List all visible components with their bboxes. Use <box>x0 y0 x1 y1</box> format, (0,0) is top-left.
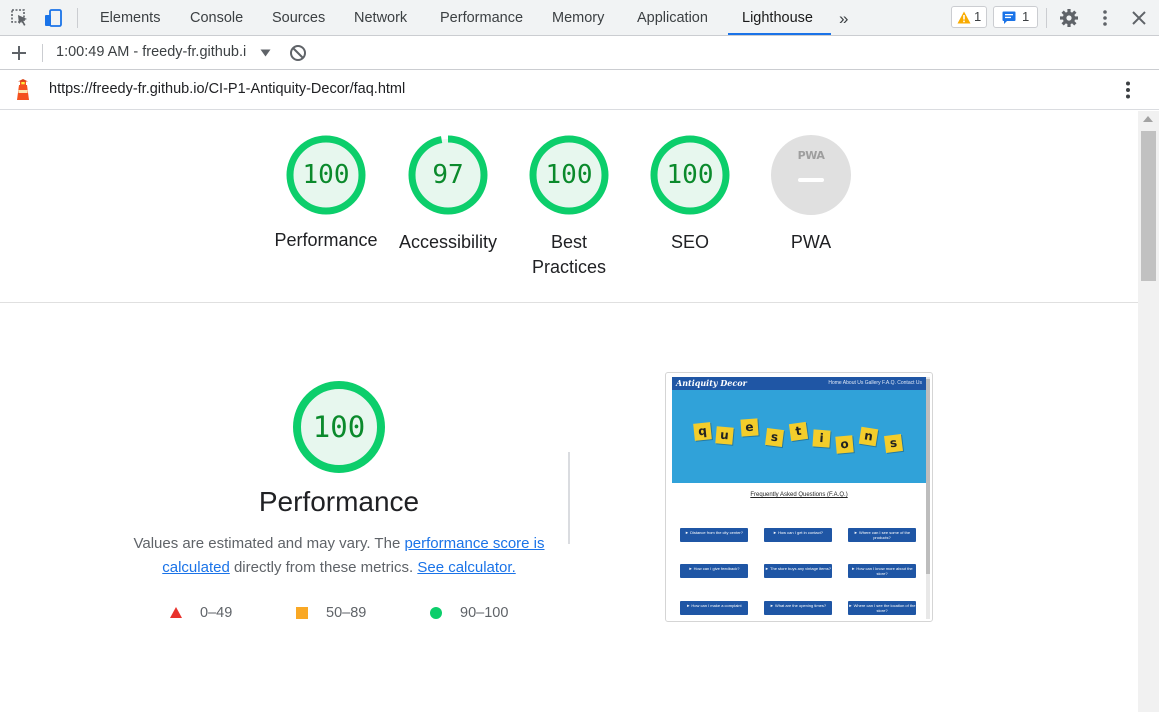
inspect-element-icon[interactable] <box>10 8 30 28</box>
gauge-label[interactable]: PWA <box>751 230 871 255</box>
warning-count: 1 <box>974 9 982 24</box>
gauge-accessibility[interactable]: 97 <box>408 135 488 215</box>
warning-icon <box>957 11 971 24</box>
report-url: https://freedy-fr.github.io/CI-P1-Antiqu… <box>49 81 406 97</box>
performance-title: Performance <box>258 486 420 517</box>
new-report-plus-icon[interactable] <box>9 43 29 63</box>
thumb-faq-button: ► Where can I see some of the products? <box>848 528 916 542</box>
tab-application[interactable]: Application <box>637 0 708 35</box>
legend-range: 90–100 <box>460 605 509 621</box>
gauge-performance[interactable]: 100 <box>286 135 366 215</box>
thumb-scrollbar-thumb <box>926 379 930 574</box>
tab-memory[interactable]: Memory <box>552 0 604 35</box>
lighthouse-logo-icon <box>17 79 29 100</box>
divider <box>1046 8 1047 28</box>
scroll-up-arrow-icon[interactable] <box>1143 116 1153 122</box>
gauge-label[interactable]: Accessibility <box>388 230 508 255</box>
thumb-faq-button: ► How can I get in contact? <box>764 528 832 542</box>
divider <box>77 8 78 28</box>
thumb-faq-button: ► Distance from the city center? <box>680 528 748 542</box>
letter-tile: i <box>812 429 831 448</box>
active-tab-indicator <box>728 33 831 35</box>
warnings-badge[interactable]: 1 <box>951 6 987 28</box>
description-text: Values are estimated and may vary. The <box>133 535 405 552</box>
letter-tile: s <box>884 434 903 453</box>
performance-description: Values are estimated and may vary. The p… <box>128 532 550 580</box>
letter-tile: o <box>835 435 854 454</box>
final-screenshot-thumbnail[interactable]: Antiquity Decor Home About Us Gallery F.… <box>665 372 933 622</box>
dropdown-arrow-icon[interactable] <box>260 49 271 57</box>
settings-gear-icon[interactable] <box>1059 8 1079 28</box>
circle-icon <box>430 607 442 619</box>
letter-tile: q <box>693 422 712 441</box>
tab-network[interactable]: Network <box>354 0 407 35</box>
message-count: 1 <box>1022 9 1030 24</box>
square-icon <box>296 607 308 619</box>
description-text: directly from these metrics. <box>229 559 418 576</box>
tab-lighthouse[interactable]: Lighthouse <box>742 0 813 35</box>
performance-score: 100 <box>312 410 366 444</box>
tab-sources[interactable]: Sources <box>272 0 325 35</box>
letter-tile: s <box>765 428 784 447</box>
report-url-bar: https://freedy-fr.github.io/CI-P1-Antiqu… <box>0 70 1159 110</box>
thumb-nav-links: Home About Us Gallery F.A.Q. Contact Us <box>828 380 922 386</box>
thumb-brand: Antiquity Decor <box>676 378 747 388</box>
thumb-hero-image: q u e s t i o n s <box>672 390 926 483</box>
clear-reports-icon[interactable] <box>288 43 308 63</box>
report-menu-icon[interactable] <box>1118 80 1138 100</box>
triangle-icon <box>170 607 182 618</box>
letter-tile: t <box>788 421 809 442</box>
legend-range: 0–49 <box>200 605 233 621</box>
thumb-faq-button: ► How can I give feedback? <box>680 564 748 578</box>
message-icon <box>1002 11 1016 24</box>
thumb-navbar: Antiquity Decor Home About Us Gallery F.… <box>672 377 926 390</box>
gauge-pwa[interactable]: PWA <box>771 135 851 215</box>
gauge-score: 100 <box>666 160 714 190</box>
thumb-heading: Frequently Asked Questions (F.A.Q.) <box>750 492 848 498</box>
thumb-faq-button: ► How can I make a complaint <box>680 601 748 615</box>
messages-badge[interactable]: 1 <box>993 6 1038 28</box>
lighthouse-toolbar: 1:00:49 AM - freedy-fr.github.i <box>0 36 1159 70</box>
gauge-score: 100 <box>545 160 593 190</box>
more-options-icon[interactable] <box>1095 8 1115 28</box>
close-icon[interactable] <box>1129 8 1149 28</box>
devtools-tab-bar: Elements Console Sources Network Perform… <box>0 0 1159 36</box>
letter-tile: e <box>740 418 759 437</box>
device-toolbar-icon[interactable] <box>43 8 63 28</box>
tab-performance[interactable]: Performance <box>440 0 523 35</box>
gauge-score: 97 <box>432 160 464 190</box>
divider <box>42 44 43 62</box>
letter-tile: u <box>715 426 734 445</box>
report-selector[interactable]: 1:00:49 AM - freedy-fr.github.i <box>56 36 246 69</box>
thumb-faq-button: ► The store buys any vintage items? <box>764 564 832 578</box>
letter-tile: n <box>858 426 879 447</box>
gauge-label[interactable]: SEO <box>630 230 750 255</box>
tab-console[interactable]: Console <box>190 0 243 35</box>
gauge-seo[interactable]: 100 <box>650 135 730 215</box>
gauge-label[interactable]: Best Practices <box>509 230 629 280</box>
tab-elements[interactable]: Elements <box>100 0 160 35</box>
gauge-best-practices[interactable]: 100 <box>529 135 609 215</box>
vertical-divider <box>568 452 570 544</box>
pwa-badge-icon <box>771 135 851 215</box>
see-calculator-link[interactable]: See calculator. <box>417 559 515 576</box>
section-divider <box>0 302 1138 303</box>
legend-range: 50–89 <box>326 605 367 621</box>
gauge-label[interactable]: Performance <box>266 228 386 253</box>
thumb-faq-button: ► What are the opening times? <box>764 601 832 615</box>
pwa-badge-text: PWA <box>797 149 825 162</box>
gauge-score: 100 <box>302 160 350 190</box>
scrollbar-thumb[interactable] <box>1141 131 1156 281</box>
thumb-faq-button: ► How can I know more about the store? <box>848 564 916 578</box>
more-tabs-icon[interactable]: » <box>839 0 848 35</box>
thumb-faq-button: ► Where can I see the location of the st… <box>848 601 916 615</box>
